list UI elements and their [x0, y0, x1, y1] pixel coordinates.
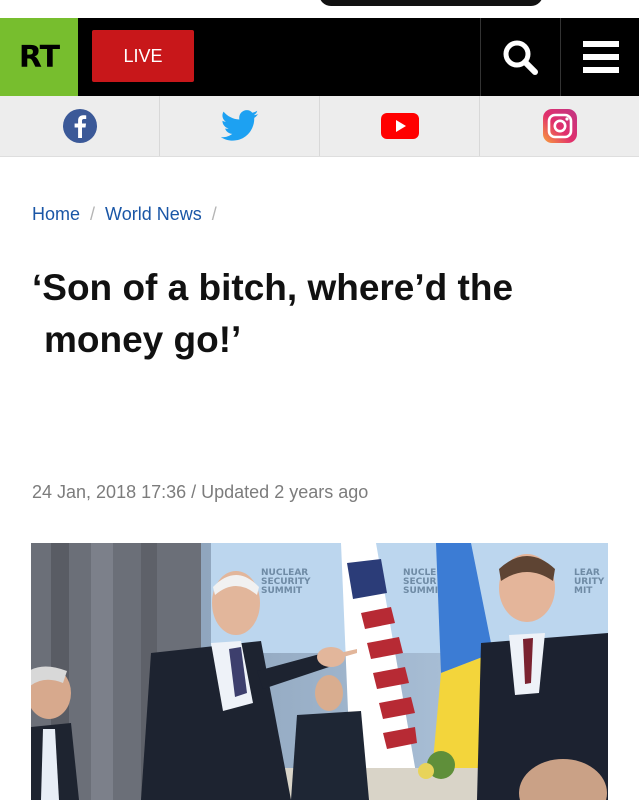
menu-button[interactable] — [560, 18, 639, 96]
article-photo-image: NUCLEAR SECURITY SUMMIT NUCLE SECUR SUMM… — [31, 543, 608, 800]
top-navigation-bar: RT LIVE — [0, 18, 639, 96]
search-button[interactable] — [480, 18, 559, 96]
search-icon — [503, 40, 538, 75]
youtube-icon — [380, 113, 419, 139]
article-title: ‘Son of a bitch, where’d the money go!’ — [32, 262, 612, 366]
youtube-link[interactable] — [320, 96, 480, 156]
twitter-link[interactable] — [160, 96, 320, 156]
breadcrumb: Home / World News / — [32, 204, 221, 225]
article-title-line-2: money go!’ — [44, 319, 242, 360]
article-photo[interactable]: NUCLEAR SECURITY SUMMIT NUCLE SECUR SUMM… — [31, 543, 608, 800]
instagram-icon — [542, 109, 577, 143]
banner-text-9: MIT — [574, 586, 593, 596]
banner-text-3: SUMMIT — [261, 586, 303, 596]
rt-logo[interactable]: RT — [0, 18, 78, 96]
breadcrumb-home-link[interactable]: Home — [32, 204, 80, 225]
instagram-link[interactable] — [480, 96, 639, 156]
facebook-icon — [62, 109, 97, 143]
banner-text-6: SUMMI — [403, 586, 438, 596]
facebook-link[interactable] — [0, 96, 160, 156]
live-button[interactable]: LIVE — [92, 30, 194, 82]
menu-icon — [582, 41, 619, 73]
social-links-bar — [0, 96, 639, 157]
breadcrumb-separator: / — [211, 204, 217, 224]
updated-label: / Updated 2 years ago — [186, 482, 369, 502]
breadcrumb-separator: / — [90, 204, 96, 224]
status-bar-notch — [319, 0, 543, 6]
twitter-icon — [220, 110, 258, 141]
article-meta: 24 Jan, 2018 17:36 / Updated 2 years ago — [32, 482, 368, 503]
breadcrumb-world-news-link[interactable]: World News — [105, 204, 202, 225]
article-title-line-1: ‘Son of a bitch, where’d the — [32, 267, 514, 308]
publish-date: 24 Jan, 2018 17:36 — [32, 482, 187, 502]
